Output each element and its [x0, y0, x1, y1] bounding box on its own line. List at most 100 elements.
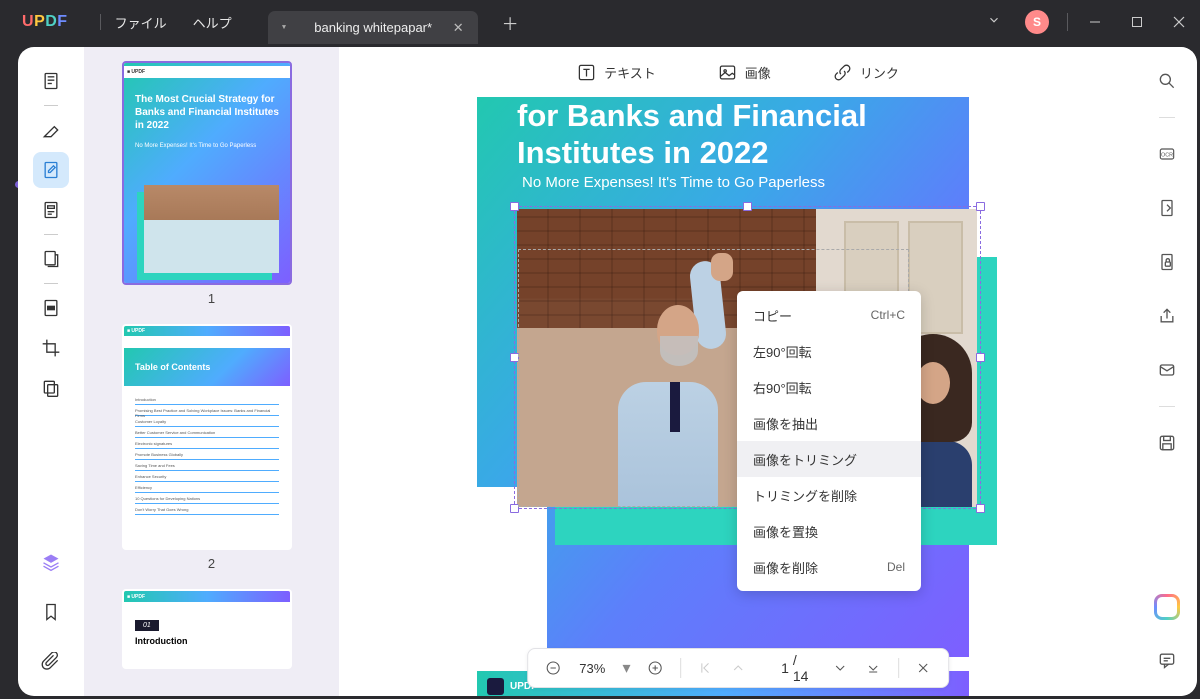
resize-handle[interactable]: [510, 202, 519, 211]
tool-form[interactable]: [33, 192, 69, 228]
save-button[interactable]: [1149, 425, 1185, 461]
close-bar-button[interactable]: [909, 653, 938, 683]
export-button[interactable]: [1149, 190, 1185, 226]
tool-attachment[interactable]: [33, 644, 69, 680]
canvas[interactable]: for Banks and FinancialInstitutes in 202…: [339, 97, 1137, 696]
toc-title: Table of Contents: [124, 348, 290, 386]
share-button[interactable]: [1149, 298, 1185, 334]
resize-handle[interactable]: [976, 202, 985, 211]
tool-crop[interactable]: [33, 330, 69, 366]
separator: [44, 105, 58, 106]
resize-handle[interactable]: [743, 202, 752, 211]
tool-organize[interactable]: [33, 241, 69, 277]
toc-line: [135, 404, 279, 405]
comment-button[interactable]: [1149, 642, 1185, 678]
ctx-rotate-left[interactable]: 左90°回転: [737, 333, 921, 369]
ctx-replace-image[interactable]: 画像を置換: [737, 513, 921, 549]
ctx-crop-image[interactable]: 画像をトリミング: [737, 441, 921, 477]
thumb-number: 1: [122, 291, 301, 306]
thumbnail-panel[interactable]: ■ UPDF The Most Crucial Strategy for Ban…: [84, 47, 339, 696]
document-tab[interactable]: ▴ banking whitepapar* ✕: [268, 11, 478, 44]
app-logo: UPDF: [22, 13, 68, 31]
toc-line: [135, 503, 279, 504]
close-tab-icon[interactable]: ✕: [451, 20, 466, 36]
edit-toolbar: テキスト 画像 リンク: [339, 47, 1137, 97]
page-title: for Banks and FinancialInstitutes in 202…: [517, 97, 929, 171]
ctx-rotate-right[interactable]: 右90°回転: [737, 369, 921, 405]
thumbnail-page-2[interactable]: ■ UPDF Table of Contents: [122, 324, 292, 550]
zoom-out-button[interactable]: [538, 653, 567, 683]
separator: [1159, 406, 1175, 407]
close-window-button[interactable]: [1158, 0, 1200, 44]
ocr-button[interactable]: OCR: [1149, 136, 1185, 172]
tool-edit[interactable]: [33, 152, 69, 188]
tool-layers[interactable]: [33, 544, 69, 580]
thumbnail-page-3[interactable]: ■ UPDF 01 Introduction: [122, 589, 292, 669]
separator: [44, 234, 58, 235]
edit-tool-text[interactable]: テキスト: [577, 63, 656, 82]
zoom-in-button[interactable]: [641, 653, 670, 683]
search-button[interactable]: [1149, 63, 1185, 99]
minimize-button[interactable]: [1074, 0, 1116, 44]
protect-button[interactable]: [1149, 244, 1185, 280]
editor-area: テキスト 画像 リンク for Banks and FinancialInsti…: [339, 47, 1137, 696]
first-page-button[interactable]: [691, 653, 720, 683]
next-page-button[interactable]: [826, 653, 855, 683]
ctx-remove-crop[interactable]: トリミングを削除: [737, 477, 921, 513]
title-bar: UPDF ファイル ヘルプ ▴ banking whitepapar* ✕ ＋ …: [0, 0, 1200, 44]
bottom-bar: 73% ▾ / 14: [527, 648, 949, 688]
ctx-extract-image[interactable]: 画像を抽出: [737, 405, 921, 441]
zoom-dropdown-icon[interactable]: ▾: [617, 658, 637, 678]
thumb-subtitle: No More Expenses! It's Time to Go Paperl…: [135, 143, 256, 149]
right-toolbar: OCR: [1137, 47, 1197, 696]
edit-tool-link[interactable]: リンク: [833, 63, 899, 82]
pin-icon: ▴: [282, 23, 286, 32]
edit-tool-image[interactable]: 画像: [718, 63, 771, 82]
chevron-down-icon[interactable]: [987, 13, 1001, 32]
avatar[interactable]: S: [1025, 10, 1049, 34]
toc-line: [135, 448, 279, 449]
toc-line: [135, 437, 279, 438]
add-tab-button[interactable]: ＋: [502, 10, 519, 35]
tab-title: banking whitepapar*: [296, 20, 451, 35]
toc-line: [135, 492, 279, 493]
toc-line: [135, 459, 279, 460]
toc-line: [135, 481, 279, 482]
thumbnail-page-1[interactable]: ■ UPDF The Most Crucial Strategy for Ban…: [122, 61, 292, 285]
ctx-delete-image[interactable]: 画像を削除Del: [737, 549, 921, 585]
tool-reader[interactable]: [33, 63, 69, 99]
tool-highlighter[interactable]: [33, 112, 69, 148]
last-page-button[interactable]: [859, 653, 888, 683]
page-input[interactable]: [757, 660, 789, 676]
tool-pages[interactable]: [33, 370, 69, 406]
toc-line: [135, 426, 279, 427]
zoom-value: 73%: [571, 661, 612, 676]
svg-text:OCR: OCR: [1161, 153, 1173, 159]
ai-button[interactable]: [1154, 594, 1180, 620]
ctx-copy[interactable]: コピーCtrl+C: [737, 297, 921, 333]
menu-help[interactable]: ヘルプ: [193, 13, 232, 32]
maximize-button[interactable]: [1116, 0, 1158, 44]
chapter-title: Introduction: [135, 636, 290, 646]
separator: [44, 283, 58, 284]
page-subtitle: No More Expenses! It's Time to Go Paperl…: [522, 174, 825, 191]
thumb-number: 2: [122, 556, 301, 571]
content-wrap: ■ UPDF The Most Crucial Strategy for Ban…: [84, 47, 1197, 696]
tool-bookmark[interactable]: [33, 594, 69, 630]
email-button[interactable]: [1149, 352, 1185, 388]
tool-redact[interactable]: [33, 290, 69, 326]
chapter-number: 01: [135, 620, 159, 631]
left-toolbar: [18, 47, 84, 696]
toc-line: [135, 514, 279, 515]
main-area: ■ UPDF The Most Crucial Strategy for Ban…: [0, 44, 1200, 699]
menu-file[interactable]: ファイル: [115, 13, 167, 32]
toc-line: [135, 415, 279, 416]
resize-handle[interactable]: [976, 353, 985, 362]
separator: [898, 658, 899, 678]
context-menu: コピーCtrl+C 左90°回転 右90°回転 画像を抽出 画像をトリミング ト…: [737, 291, 921, 591]
separator: [680, 658, 681, 678]
separator: [1067, 13, 1068, 31]
toc-line: [135, 470, 279, 471]
prev-page-button[interactable]: [724, 653, 753, 683]
resize-handle[interactable]: [976, 504, 985, 513]
